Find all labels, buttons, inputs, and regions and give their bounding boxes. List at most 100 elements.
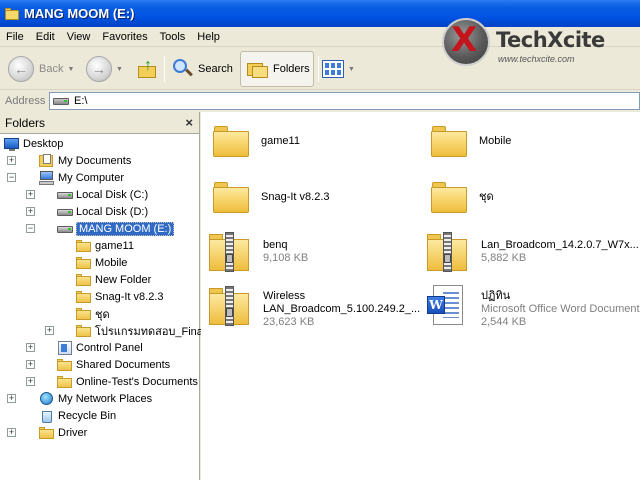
tree-item[interactable]: Local Disk (C:) <box>57 186 148 203</box>
recycle-bin-icon <box>39 409 55 423</box>
address-input[interactable]: E:\ <box>49 92 640 110</box>
drive-icon <box>53 96 69 106</box>
file-item[interactable]: game11 <box>213 124 300 158</box>
tree-expander-icon[interactable]: + <box>26 343 35 352</box>
menu-favorites[interactable]: Favorites <box>96 28 153 46</box>
search-button[interactable]: Search <box>172 52 233 86</box>
file-item[interactable]: benq 9,108 KB <box>209 230 308 274</box>
tree-expander-icon[interactable]: + <box>7 156 16 165</box>
tree-item[interactable]: Shared Documents <box>57 356 170 373</box>
folders-pane: Folders × Desktop + My Documents − My Comput… <box>0 112 205 480</box>
techxcite-logo: X TechXcite www.techxcite.com <box>438 16 638 70</box>
zip-folder-icon <box>209 230 253 274</box>
tree-expander-icon[interactable]: + <box>26 207 35 216</box>
views-dropdown-icon: ▼ <box>348 65 355 73</box>
file-name: benq <box>263 239 288 251</box>
tree-expander-icon[interactable]: + <box>26 360 35 369</box>
tree-expander-icon[interactable]: − <box>7 173 16 182</box>
tree-item-label: Snag-It v8.2.3 <box>95 290 164 303</box>
tree-expander-icon[interactable]: + <box>7 394 16 403</box>
tree-item[interactable]: New Folder <box>76 271 151 288</box>
tree-item[interactable]: MANG MOOM (E:) <box>57 220 175 237</box>
tree-expander-icon[interactable]: + <box>26 190 35 199</box>
file-item[interactable]: Wireless LAN_Broadcom_5.100.249.2_... 23… <box>209 284 420 329</box>
file-name: game11 <box>261 135 300 147</box>
toolbar-separator <box>318 56 319 82</box>
tree-item[interactable]: โปรแกรมทดสอบ_Final <box>76 322 205 339</box>
tree-expander-icon[interactable]: − <box>26 224 35 233</box>
folders-icon <box>247 59 269 79</box>
file-item[interactable]: ชุด <box>431 180 494 214</box>
logo-url: www.techxcite.com <box>498 54 575 64</box>
tree-item[interactable]: Mobile <box>76 254 127 271</box>
menu-tools[interactable]: Tools <box>154 28 192 46</box>
menu-view[interactable]: View <box>61 28 97 46</box>
back-arrow-icon: ← <box>8 56 34 82</box>
folders-pane-header: Folders × <box>0 112 199 134</box>
file-size: 23,623 KB <box>263 316 315 328</box>
file-size: 9,108 KB <box>263 252 309 264</box>
tree-item[interactable]: Snag-It v8.2.3 <box>76 288 164 305</box>
tree-item-label: Shared Documents <box>76 358 171 371</box>
search-label: Search <box>198 63 233 75</box>
file-item[interactable]: Lan_Broadcom_14.2.0.7_W7x... 5,882 KB <box>427 230 639 274</box>
tree-item[interactable]: Recycle Bin <box>39 407 116 424</box>
tree-item[interactable]: Online-Test's Documents <box>57 373 198 390</box>
folders-label: Folders <box>273 63 310 75</box>
control-panel-icon <box>57 340 73 355</box>
tree-item[interactable]: My Computer <box>39 169 124 186</box>
tree-item-label: My Computer <box>58 171 125 184</box>
close-icon[interactable]: × <box>185 115 193 130</box>
views-button[interactable]: ▼ <box>322 60 355 78</box>
folders-button[interactable]: Folders <box>240 51 314 87</box>
tree-expander-icon[interactable]: + <box>7 428 16 437</box>
drive-icon <box>57 222 73 236</box>
network-icon <box>39 391 55 406</box>
folder-icon <box>213 124 251 158</box>
back-dropdown-icon: ▼ <box>67 65 75 73</box>
file-item[interactable]: Snag-It v8.2.3 <box>213 180 330 214</box>
tree-item[interactable]: Desktop <box>4 135 63 152</box>
file-item[interactable]: W ปฏิทิน Microsoft Office Word Document … <box>427 284 640 329</box>
folder-icon <box>76 273 92 287</box>
tree-item[interactable]: My Network Places <box>39 390 152 407</box>
tree-item[interactable]: Driver <box>39 424 87 441</box>
address-label: Address <box>5 95 46 107</box>
tree-item-label: Online-Test's Documents <box>76 375 198 388</box>
tree-item[interactable]: My Documents <box>39 152 131 169</box>
tree-item-label: My Documents <box>58 154 132 167</box>
tree-item[interactable]: game11 <box>76 237 134 254</box>
tree-expander-icon[interactable]: + <box>26 377 35 386</box>
file-name: Lan_Broadcom_14.2.0.7_W7x... <box>481 239 639 251</box>
forward-arrow-icon: → <box>86 56 112 82</box>
menu-file[interactable]: File <box>0 28 30 46</box>
up-button[interactable]: ↑ <box>136 52 160 86</box>
drive-icon <box>57 205 73 219</box>
tree-expander-icon[interactable]: + <box>45 326 54 335</box>
tree-item-label: Control Panel <box>76 341 143 354</box>
tree-item[interactable]: ชุด <box>76 305 110 322</box>
back-button[interactable]: ← Back ▼ <box>8 52 74 86</box>
folder-icon <box>431 124 469 158</box>
menu-help[interactable]: Help <box>191 28 226 46</box>
file-type: Microsoft Office Word Document <box>481 303 640 315</box>
window-title: MANG MOOM (E:) <box>24 6 135 21</box>
tree-item[interactable]: Local Disk (D:) <box>57 203 148 220</box>
tree-item-label: My Network Places <box>58 392 153 405</box>
file-list-pane: game11 Mobile Snag-It v8.2.3 ชุด benq 9,… <box>201 112 640 480</box>
tree-item[interactable]: Control Panel <box>57 339 143 356</box>
forward-button[interactable]: → ▼ <box>86 52 123 86</box>
file-item[interactable]: Mobile <box>431 124 511 158</box>
menu-edit[interactable]: Edit <box>30 28 61 46</box>
logo-x-mark: X <box>451 20 478 60</box>
folder-icon <box>76 290 92 304</box>
folder-icon <box>39 426 55 440</box>
folder-icon <box>76 256 92 270</box>
folder-icon <box>76 324 92 338</box>
folder-icon <box>76 239 92 253</box>
toolbar-separator <box>164 56 165 82</box>
tree-item-label: โปรแกรมทดสอบ_Final <box>95 325 206 338</box>
file-size: 2,544 KB <box>481 316 527 328</box>
search-icon <box>172 58 194 80</box>
tree-item-label: Mobile <box>95 256 128 269</box>
